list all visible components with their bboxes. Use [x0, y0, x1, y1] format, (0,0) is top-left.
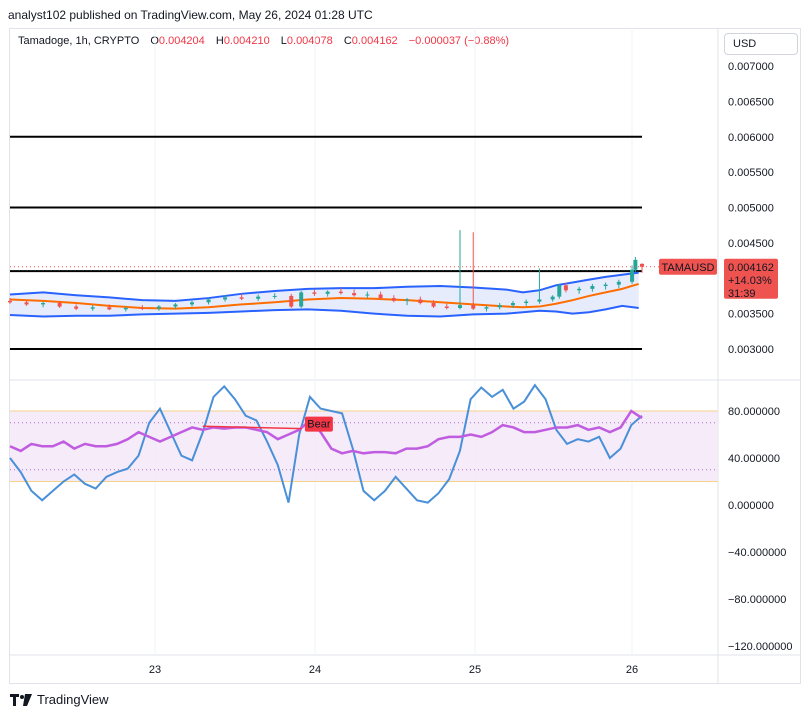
candle-body-20 — [325, 291, 330, 294]
stoch-tick-label: 0.000000 — [728, 500, 774, 512]
candle-body-29 — [444, 306, 449, 308]
candle-body-7 — [123, 307, 128, 310]
candle-body-43 — [616, 281, 621, 285]
stoch-band — [10, 411, 718, 482]
candle-body-28 — [431, 303, 436, 307]
candle-body-3 — [57, 303, 62, 307]
candle-body-35 — [524, 301, 529, 304]
candle-body-25 — [391, 298, 396, 301]
chart-canvas[interactable]: 0.007000 0.006500 0.006000 0.005500 0.005000… — [0, 0, 812, 718]
candle-body-40 — [577, 288, 582, 291]
candle-body-5 — [90, 307, 95, 309]
time-tick-label: 25 — [469, 664, 481, 676]
price-tag-countdown: 31:39 — [728, 288, 756, 300]
time-tick-label: 24 — [309, 664, 321, 676]
candle-body-44 — [630, 269, 635, 282]
candle-body-41 — [590, 286, 595, 289]
price-tick-label: 0.004500 — [728, 238, 774, 250]
candle-body-4 — [74, 306, 79, 309]
candle-body-8 — [140, 307, 145, 309]
candle-body-0 — [8, 300, 12, 303]
candle-body-9 — [156, 306, 161, 309]
symbol-tag-label: TAMAUSD — [662, 262, 715, 274]
bear-tag-label: Bear — [307, 419, 331, 431]
candle-body-26 — [405, 299, 410, 301]
candle-body-11 — [189, 302, 194, 305]
candle-body-30 — [458, 305, 463, 308]
candle-body-6 — [107, 307, 112, 310]
stoch-tick-label: 80.000000 — [728, 406, 780, 418]
candle-body-42 — [603, 284, 608, 287]
candle-body-21 — [338, 291, 343, 294]
candle-body-45 — [633, 259, 638, 270]
candle-body-32 — [484, 307, 489, 309]
price-tick-label: 0.006000 — [728, 132, 774, 144]
time-tick-label: 26 — [626, 664, 638, 676]
candle-body-33 — [497, 305, 502, 308]
brand-name: TradingView — [37, 692, 109, 707]
stoch-tick-label: −120.000000 — [728, 641, 793, 653]
brand: TradingView — [10, 692, 109, 707]
candle-body-10 — [173, 304, 178, 307]
price-tick-label: 0.007000 — [728, 61, 774, 73]
candle-body-23 — [365, 294, 370, 296]
stoch-tick-label: 40.000000 — [728, 453, 780, 465]
tradingview-logo-icon — [10, 693, 32, 706]
candle-body-15 — [256, 296, 261, 299]
price-tag-value: 0.004162 — [728, 262, 774, 274]
candle-body-37 — [550, 296, 555, 300]
price-tick-label: 0.005000 — [728, 203, 774, 215]
candle-body-2 — [41, 303, 46, 305]
candle-body-34 — [510, 303, 515, 306]
candle-body-24 — [378, 294, 383, 299]
candle-body-31 — [471, 305, 476, 309]
price-tick-label: 0.005500 — [728, 167, 774, 179]
candle-body-17 — [289, 295, 294, 307]
candle-body-38 — [557, 285, 562, 297]
candle-body-27 — [418, 299, 423, 304]
candle-body-14 — [239, 297, 244, 299]
candle-body-13 — [223, 297, 228, 300]
price-tick-label: 0.003000 — [728, 344, 774, 356]
candle-body-1 — [24, 302, 29, 305]
candle-body-16 — [272, 295, 277, 297]
candle-body-39 — [563, 285, 568, 291]
stoch-tick-label: −40.000000 — [728, 547, 786, 559]
price-tag-change: +14.03% — [728, 275, 772, 287]
time-tick-label: 23 — [149, 664, 161, 676]
candle-body-19 — [312, 292, 317, 294]
stoch-tick-label: −80.000000 — [728, 594, 786, 606]
candle-body-18 — [299, 292, 304, 307]
price-tick-label: 0.006500 — [728, 96, 774, 108]
candle-body-36 — [537, 299, 542, 302]
price-tick-label: 0.003500 — [728, 309, 774, 321]
candle-body-12 — [206, 299, 211, 303]
candle-body-22 — [352, 293, 357, 296]
